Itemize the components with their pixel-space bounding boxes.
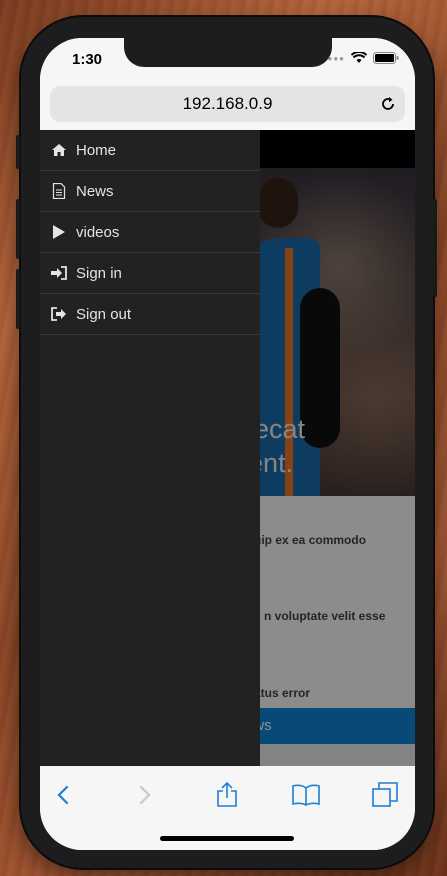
power-button bbox=[433, 199, 437, 297]
bookmarks-icon bbox=[292, 784, 320, 806]
share-button[interactable] bbox=[212, 780, 242, 810]
sign-out-icon bbox=[51, 306, 67, 322]
list-item-text: atus error bbox=[254, 686, 311, 700]
status-time: 1:30 bbox=[72, 51, 103, 68]
drawer-item-label: Sign in bbox=[76, 264, 122, 282]
mute-switch bbox=[16, 135, 20, 169]
address-bar[interactable]: 192.168.0.9 bbox=[50, 86, 405, 122]
list-item-text: n voluptate velit esse bbox=[264, 609, 386, 623]
status-icons: ●●●● bbox=[322, 52, 399, 64]
drawer-item-label: News bbox=[76, 182, 114, 200]
home-indicator bbox=[160, 836, 294, 841]
forward-icon bbox=[139, 785, 151, 805]
address-bar-container: 192.168.0.9 bbox=[40, 80, 415, 130]
sign-in-icon bbox=[51, 265, 67, 281]
drawer-item-news[interactable]: News bbox=[40, 171, 260, 212]
back-icon bbox=[57, 785, 69, 805]
reload-icon[interactable] bbox=[379, 95, 397, 113]
tabs-icon bbox=[372, 782, 398, 807]
phone-screen: 1:30 ●●●● 192.168.0.9 liquip ex ea commo… bbox=[40, 38, 415, 850]
drawer-item-label: videos bbox=[76, 223, 120, 241]
tabs-button[interactable] bbox=[370, 780, 400, 810]
volume-up-button bbox=[16, 199, 20, 259]
document-icon bbox=[51, 183, 67, 199]
share-icon bbox=[217, 782, 237, 807]
url-text: 192.168.0.9 bbox=[182, 94, 273, 113]
forward-button[interactable] bbox=[130, 780, 160, 810]
home-icon bbox=[51, 142, 67, 158]
drawer-item-label: Home bbox=[76, 141, 117, 159]
battery-icon bbox=[373, 52, 399, 64]
player-head bbox=[258, 178, 298, 228]
play-icon bbox=[51, 224, 67, 240]
bookmarks-button[interactable] bbox=[291, 780, 321, 810]
drawer-item-label: Sign out bbox=[76, 305, 132, 323]
volume-down-button bbox=[16, 269, 20, 329]
drawer-item-sign-in[interactable]: Sign in bbox=[40, 253, 260, 294]
drawer-item-sign-out[interactable]: Sign out bbox=[40, 294, 260, 335]
drawer-item-home[interactable]: Home bbox=[40, 130, 260, 171]
player-arm-sleeve bbox=[300, 288, 340, 448]
drawer-item-videos[interactable]: videos bbox=[40, 212, 260, 253]
back-button[interactable] bbox=[48, 780, 78, 810]
side-drawer: Home News videos Sign in Sign out bbox=[40, 130, 260, 766]
notch bbox=[124, 38, 332, 67]
wifi-icon bbox=[351, 52, 367, 63]
